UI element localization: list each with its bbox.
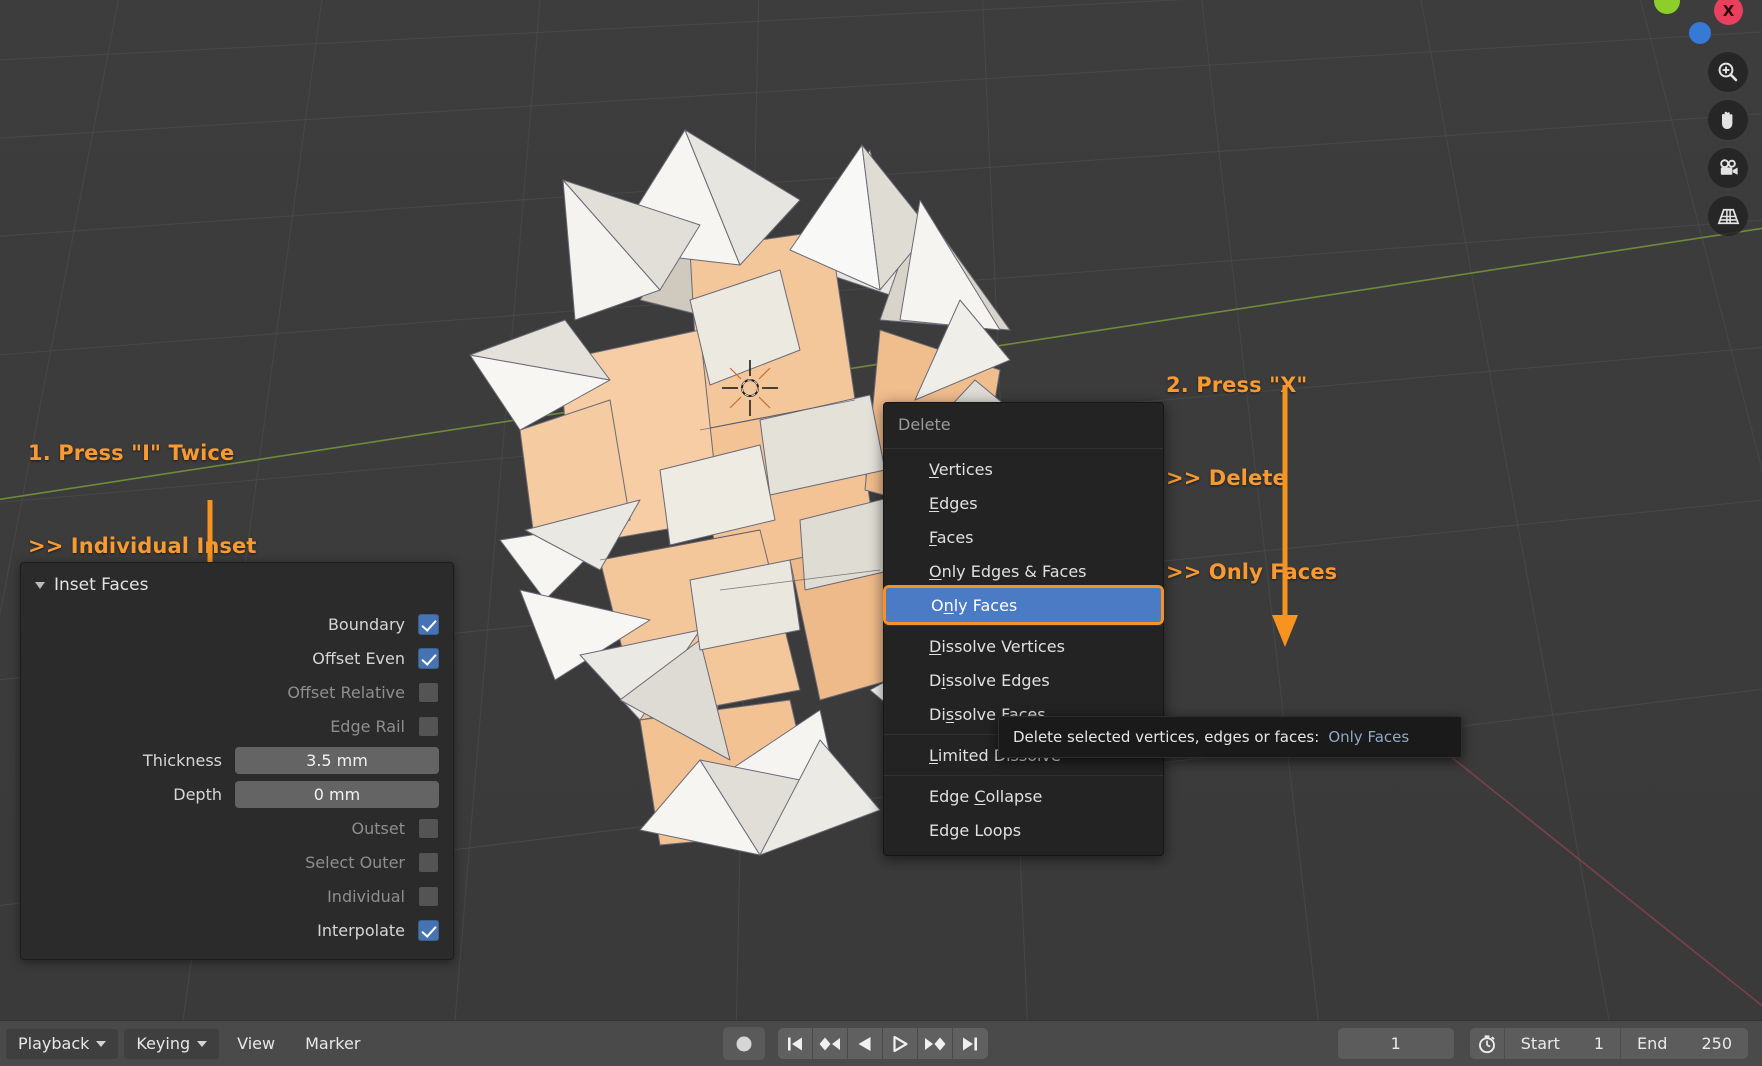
panel-row-offset-even[interactable]: Offset Even bbox=[21, 643, 453, 673]
camera-icon[interactable] bbox=[1708, 148, 1748, 188]
chevron-down-icon bbox=[197, 1040, 208, 1047]
gizmo-axis-x[interactable]: X bbox=[1714, 0, 1743, 25]
panel-row-boundary-label: Boundary bbox=[327, 614, 405, 634]
nav-gizmo[interactable]: X bbox=[1630, 0, 1762, 60]
record-icon[interactable] bbox=[722, 1027, 765, 1060]
menu-item-vertices[interactable]: Vertices bbox=[884, 452, 1163, 486]
annotation-arrow-2 bbox=[1272, 385, 1298, 647]
tooltip: Delete selected vertices, edges or faces… bbox=[998, 716, 1462, 758]
current-frame-field[interactable]: 1 bbox=[1337, 1028, 1454, 1059]
panel-row-outset[interactable]: Outset bbox=[21, 813, 453, 843]
inset-faces-panel[interactable]: Inset Faces Boundary Offset Even Offset … bbox=[20, 562, 454, 960]
panel-row-interpolate-label: Interpolate bbox=[317, 920, 405, 940]
panel-row-thickness[interactable]: Thickness 3.5 mm bbox=[21, 745, 453, 775]
delete-context-menu[interactable]: Delete Vertices Edges Faces Only Edges &… bbox=[883, 402, 1164, 856]
chevron-down-icon[interactable] bbox=[35, 581, 45, 589]
annotation-step-1-line-1: 1. Press "I" Twice bbox=[28, 441, 235, 466]
frame-range-fields: Start 1 End 250 bbox=[1503, 1028, 1748, 1059]
prev-keyframe-icon[interactable] bbox=[812, 1028, 848, 1059]
zoom-icon[interactable] bbox=[1708, 52, 1748, 92]
annotation-step-2-line-3: >> Only Faces bbox=[1166, 559, 1338, 584]
pan-hand-icon[interactable] bbox=[1708, 100, 1748, 140]
menu-item-edge-loops[interactable]: Edge Loops bbox=[884, 813, 1163, 847]
frame-range-group: Start 1 End 250 bbox=[1469, 1028, 1748, 1059]
play-icon[interactable] bbox=[882, 1028, 918, 1059]
panel-row-select-outer-label: Select Outer bbox=[305, 852, 405, 872]
timeline-menu-playback[interactable]: Playback bbox=[6, 1028, 119, 1059]
timeline-menu-playback-label: Playback bbox=[18, 1034, 90, 1053]
timeline-menu-keying[interactable]: Keying bbox=[124, 1028, 220, 1059]
edge-rail-checkbox[interactable] bbox=[418, 715, 439, 737]
annotation-step-2-line-1: 2. Press "X" bbox=[1166, 373, 1308, 398]
3d-viewport[interactable]: X 1. Press "I" Twice >> Individual Inset… bbox=[0, 0, 1762, 1020]
timeline-menu-marker-label: Marker bbox=[305, 1034, 361, 1053]
jump-to-end-icon[interactable] bbox=[952, 1028, 988, 1059]
panel-row-interpolate[interactable]: Interpolate bbox=[21, 915, 453, 945]
playback-controls bbox=[777, 1028, 988, 1059]
menu-item-edge-collapse[interactable]: Edge Collapse bbox=[884, 779, 1163, 813]
individual-checkbox[interactable] bbox=[418, 885, 439, 907]
timeline-menu-marker[interactable]: Marker bbox=[293, 1029, 372, 1059]
menu-item-dissolve-vertices[interactable]: Dissolve Vertices bbox=[884, 629, 1163, 663]
select-outer-checkbox[interactable] bbox=[418, 851, 439, 873]
gizmo-axis-z[interactable] bbox=[1689, 22, 1711, 44]
gizmo-axis-x-label: X bbox=[1722, 1, 1735, 20]
chevron-down-icon bbox=[96, 1040, 107, 1047]
jump-to-start-icon[interactable] bbox=[777, 1028, 813, 1059]
end-frame-value: 250 bbox=[1701, 1034, 1732, 1053]
panel-row-outset-label: Outset bbox=[351, 818, 405, 838]
panel-row-thickness-label: Thickness bbox=[142, 750, 222, 770]
interpolate-checkbox[interactable] bbox=[418, 919, 439, 941]
play-reverse-icon[interactable] bbox=[847, 1028, 883, 1059]
menu-separator bbox=[884, 625, 1163, 626]
next-keyframe-icon[interactable] bbox=[917, 1028, 953, 1059]
panel-row-edge-rail-label: Edge Rail bbox=[330, 716, 405, 736]
panel-row-offset-relative[interactable]: Offset Relative bbox=[21, 677, 453, 707]
menu-item-only-faces[interactable]: Only Faces bbox=[883, 585, 1164, 625]
menu-separator bbox=[884, 448, 1163, 449]
delete-menu-title: Delete bbox=[898, 415, 951, 434]
menu-item-edges[interactable]: Edges bbox=[884, 486, 1163, 520]
inset-faces-panel-header[interactable]: Inset Faces bbox=[21, 563, 453, 605]
outset-checkbox[interactable] bbox=[418, 817, 439, 839]
offset-even-checkbox[interactable] bbox=[418, 647, 439, 669]
boundary-checkbox[interactable] bbox=[418, 613, 439, 635]
depth-field[interactable]: 0 mm bbox=[235, 780, 439, 808]
timeline-menu-keying-label: Keying bbox=[136, 1034, 191, 1053]
annotation-step-2-line-2: >> Delete bbox=[1166, 466, 1287, 491]
panel-row-edge-rail[interactable]: Edge Rail bbox=[21, 711, 453, 741]
panel-row-individual[interactable]: Individual bbox=[21, 881, 453, 911]
end-frame-label: End bbox=[1637, 1034, 1668, 1053]
menu-separator bbox=[884, 775, 1163, 776]
gizmo-axis-y[interactable] bbox=[1654, 0, 1680, 14]
panel-row-individual-label: Individual bbox=[327, 886, 405, 906]
panel-row-offset-relative-label: Offset Relative bbox=[287, 682, 405, 702]
ortho-grid-icon[interactable] bbox=[1708, 196, 1748, 236]
inset-faces-panel-title: Inset Faces bbox=[54, 575, 149, 595]
menu-item-only-edges-and-faces[interactable]: Only Edges & Faces bbox=[884, 554, 1163, 588]
panel-row-depth-label: Depth bbox=[173, 784, 222, 804]
panel-row-boundary[interactable]: Boundary bbox=[21, 609, 453, 639]
panel-row-select-outer[interactable]: Select Outer bbox=[21, 847, 453, 877]
start-frame-field[interactable]: Start 1 bbox=[1503, 1028, 1620, 1059]
blender-window: X 1. Press "I" Twice >> Individual Inset… bbox=[0, 0, 1762, 1066]
timeline-bar: Playback Keying View Marker 1 Start 1 En… bbox=[0, 1020, 1762, 1066]
menu-item-dissolve-edges[interactable]: Dissolve Edges bbox=[884, 663, 1163, 697]
offset-relative-checkbox[interactable] bbox=[418, 681, 439, 703]
panel-row-depth[interactable]: Depth 0 mm bbox=[21, 779, 453, 809]
end-frame-field[interactable]: End 250 bbox=[1620, 1028, 1748, 1059]
panel-row-offset-even-label: Offset Even bbox=[312, 648, 405, 668]
tooltip-value: Only Faces bbox=[1328, 728, 1410, 746]
start-frame-value: 1 bbox=[1593, 1034, 1605, 1053]
thickness-field[interactable]: 3.5 mm bbox=[235, 746, 439, 774]
annotation-step-1-line-2: >> Individual Inset bbox=[28, 534, 257, 559]
menu-item-faces[interactable]: Faces bbox=[884, 520, 1163, 554]
annotation-step-2: 2. Press "X" >> Delete >> Only Faces bbox=[1166, 308, 1337, 650]
timeline-menu-view[interactable]: View bbox=[225, 1029, 287, 1059]
tooltip-description: Delete selected vertices, edges or faces… bbox=[1013, 728, 1320, 746]
start-frame-label: Start bbox=[1520, 1034, 1560, 1053]
timeline-menu-view-label: View bbox=[237, 1034, 276, 1053]
stopwatch-icon[interactable] bbox=[1469, 1028, 1504, 1059]
